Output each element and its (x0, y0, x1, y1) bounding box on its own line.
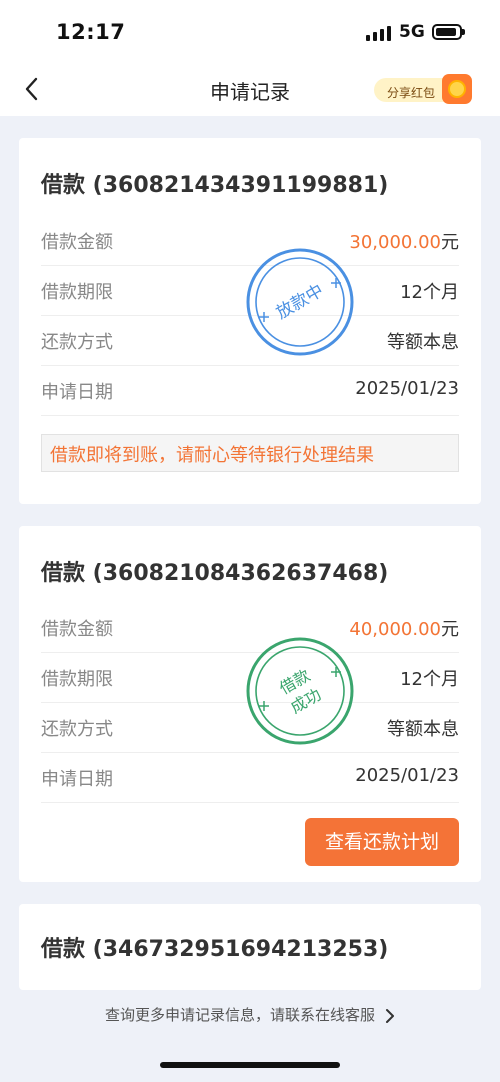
notice-box: 借款即将到账，请耐心等待银行处理结果 (41, 434, 459, 472)
row-label: 还款方式 (41, 332, 113, 353)
loan-amount: 40,000.00 (349, 619, 441, 640)
disbursing-stamp-icon: 放款中 (246, 248, 354, 356)
battery-icon (432, 24, 465, 40)
footer-text: 查询更多申请记录信息，请联系在线客服 (104, 1006, 375, 1024)
loan-amount: 30,000.00 (349, 232, 441, 253)
row-value: 等额本息 (387, 719, 459, 740)
coin-icon (448, 80, 466, 98)
contact-support-link[interactable]: 查询更多申请记录信息，请联系在线客服 (0, 1004, 500, 1025)
row-value: 等额本息 (387, 332, 459, 353)
status-time: 12:17 (56, 20, 126, 44)
status-bar: 12:17 5G (0, 0, 500, 64)
row-label: 申请日期 (41, 769, 113, 790)
row-label: 借款期限 (41, 669, 113, 690)
row-value: 30,000.00元 (349, 228, 459, 254)
nav-bar: 申请记录 分享红包 (0, 64, 500, 116)
row-label: 借款期限 (41, 282, 113, 303)
network-label: 5G (399, 22, 425, 42)
row-date: 申请日期 2025/01/23 (41, 365, 459, 416)
loan-success-stamp-icon: 借款 成功 (246, 637, 354, 745)
record-card: 借款 (360821084362637468) 借款金额 40,000.00元 … (19, 526, 481, 882)
share-label: 分享红包 (387, 86, 436, 100)
row-value: 2025/01/23 (355, 765, 459, 786)
record-title: 借款 (360821434391199881) (41, 173, 389, 198)
amount-unit: 元 (441, 232, 459, 253)
share-red-packet-button[interactable]: 分享红包 (374, 74, 474, 104)
home-indicator (160, 1062, 340, 1068)
row-label: 申请日期 (41, 382, 113, 403)
red-packet-icon (442, 74, 472, 104)
view-repayment-plan-button[interactable]: 查看还款计划 (305, 818, 459, 866)
stamp-text: 放款中 (273, 281, 327, 324)
record-title: 借款 (346732951694213253) (41, 937, 389, 962)
row-date: 申请日期 2025/01/23 (41, 752, 459, 803)
row-value: 40,000.00元 (349, 615, 459, 641)
row-label: 借款金额 (41, 232, 113, 253)
chevron-right-icon (386, 1008, 394, 1023)
amount-unit: 元 (441, 619, 459, 640)
notice-text: 借款即将到账，请耐心等待银行处理结果 (50, 445, 374, 466)
record-card: 借款 (346732951694213253) (19, 904, 481, 990)
record-title: 借款 (360821084362637468) (41, 561, 389, 586)
signal-icon (366, 25, 392, 41)
row-value: 12个月 (400, 669, 459, 690)
row-value: 12个月 (400, 282, 459, 303)
row-label: 还款方式 (41, 719, 113, 740)
row-value: 2025/01/23 (355, 378, 459, 399)
row-label: 借款金额 (41, 619, 113, 640)
record-card: 借款 (360821434391199881) 借款金额 30,000.00元 … (19, 138, 481, 504)
